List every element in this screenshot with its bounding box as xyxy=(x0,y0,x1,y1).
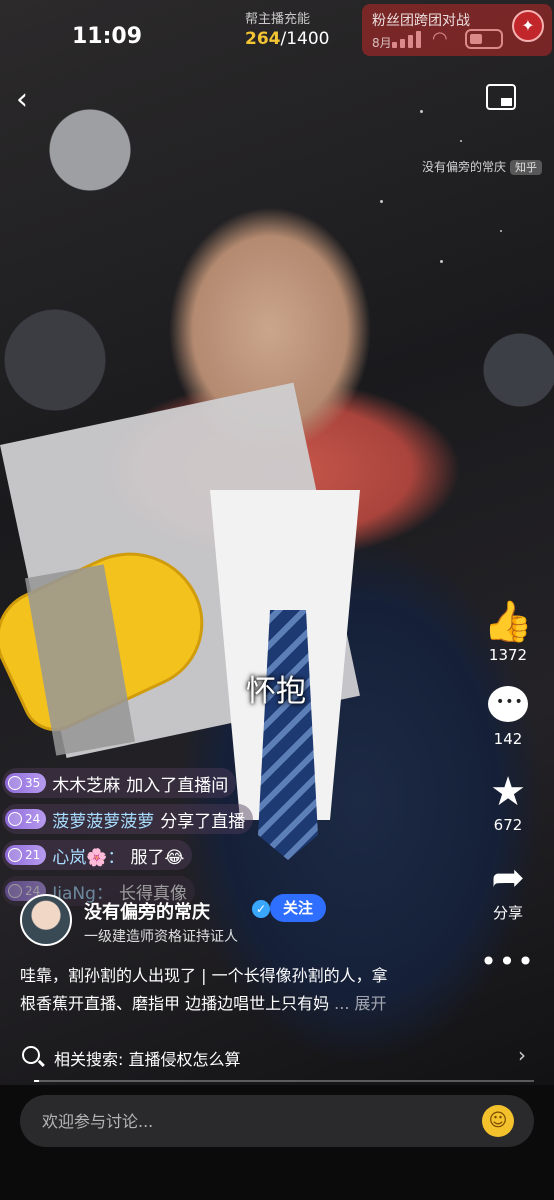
emoji-icon[interactable]: ☺ xyxy=(482,1105,514,1137)
chat-text: 服了😂 xyxy=(130,847,185,868)
level-badge: 24 xyxy=(5,809,47,829)
watermark-name: 没有偏旁的常庆 xyxy=(422,160,507,174)
comment-count: 142 xyxy=(493,730,523,748)
fuel-label: 帮主播充能 xyxy=(245,12,311,27)
follow-button[interactable]: 关注 xyxy=(270,894,326,922)
chat-username[interactable]: 心岚🌸： xyxy=(52,843,124,868)
more-button[interactable]: ••• xyxy=(478,945,538,978)
comment-input-box[interactable]: ☺ xyxy=(20,1095,534,1147)
chat-message: 35 木木芝麻 加入了直播间 xyxy=(2,768,237,798)
level-badge: 35 xyxy=(5,773,47,793)
comment-button[interactable]: 142 xyxy=(478,686,538,748)
share-button[interactable]: ➦ 分享 xyxy=(478,856,538,923)
thumbs-up-icon: 👍 xyxy=(483,599,533,645)
chat-username[interactable]: 木木芝麻 xyxy=(52,771,120,796)
share-arrow-icon: ➦ xyxy=(491,855,525,901)
description-line-2: 根香蕉开直播、磨指甲 边播边唱世上只有妈 xyxy=(20,994,330,1013)
fan-battle-banner[interactable]: 粉丝团跨团对战 8月 ✦ xyxy=(362,4,552,56)
description-line-1: 哇靠，割孙割的人出现了 | 一个长得像孙割的人，拿 xyxy=(20,966,388,985)
anchor-watermark: 没有偏旁的常庆 知乎 xyxy=(422,158,543,175)
like-button[interactable]: 👍 1372 xyxy=(478,600,538,664)
chat-message: 24 菠萝菠萝菠萝 分享了直播 xyxy=(2,804,254,834)
like-count: 1372 xyxy=(488,646,528,664)
verified-check-icon: ✓ xyxy=(252,900,270,918)
fuel-widget[interactable]: 帮主播充能 264/1400 xyxy=(245,8,330,49)
comment-input[interactable] xyxy=(42,1095,462,1147)
bottom-bar: ☺ xyxy=(0,1085,554,1200)
platform-tag: 知乎 xyxy=(510,160,543,175)
host-avatar[interactable] xyxy=(20,894,72,946)
chevron-right-icon: › xyxy=(518,1043,526,1067)
search-icon xyxy=(22,1046,40,1064)
chat-username[interactable]: 菠萝菠萝菠萝 xyxy=(52,807,154,832)
favorite-button[interactable]: ★ 672 xyxy=(478,770,538,834)
picture-in-picture-icon[interactable] xyxy=(486,84,516,110)
fuel-current: 264 xyxy=(245,29,281,49)
action-rail: 👍 1372 142 ★ 672 ➦ 分享 ••• xyxy=(478,600,538,1000)
video-description[interactable]: 哇靠，割孙割的人出现了 | 一个长得像孙割的人，拿 根香蕉开直播、磨指甲 边播边… xyxy=(20,962,460,1018)
host-name[interactable]: 没有偏旁的常庆 xyxy=(84,898,210,924)
status-time: 11:09 xyxy=(72,24,143,49)
chat-text: 加入了直播间 xyxy=(126,775,229,796)
expand-link[interactable]: ... 展开 xyxy=(329,994,386,1013)
star-icon: ★ xyxy=(490,769,526,815)
chat-list[interactable]: 35 木木芝麻 加入了直播间 24 菠萝菠萝菠萝 分享了直播 21 心岚🌸： 服… xyxy=(2,768,362,912)
sparkle-decor xyxy=(500,230,502,232)
favorite-count: 672 xyxy=(493,816,523,834)
comment-icon xyxy=(488,686,528,722)
sparkle-decor xyxy=(440,260,443,263)
sparkle-decor xyxy=(380,200,383,203)
video-subtitle: 怀抱 xyxy=(246,674,306,709)
chat-message: 21 心岚🌸： 服了😂 xyxy=(2,840,193,870)
level-badge: 21 xyxy=(5,845,47,865)
fan-battle-date: 8月 xyxy=(372,36,392,50)
share-label: 分享 xyxy=(492,904,523,922)
more-dots-icon: ••• xyxy=(480,945,536,978)
back-arrow-icon[interactable]: ‹ xyxy=(16,82,28,117)
host-certification: 一级建造师资格证持证人 xyxy=(84,929,238,945)
sparkle-decor xyxy=(460,140,462,142)
fan-badge-icon: ✦ xyxy=(512,10,544,42)
fuel-total: /1400 xyxy=(280,29,330,49)
fan-battle-label: 粉丝团跨团对战 xyxy=(372,13,470,29)
chat-text: 分享了直播 xyxy=(160,811,246,832)
video-progress-bar[interactable] xyxy=(34,1080,534,1082)
fuel-value: 264/1400 xyxy=(245,29,330,49)
related-search[interactable]: 相关搜索: 直播侵权怎么算 › xyxy=(0,1040,554,1076)
sparkle-decor xyxy=(420,110,423,113)
progress-fill xyxy=(34,1080,39,1082)
related-search-text: 相关搜索: 直播侵权怎么算 xyxy=(54,1050,241,1069)
